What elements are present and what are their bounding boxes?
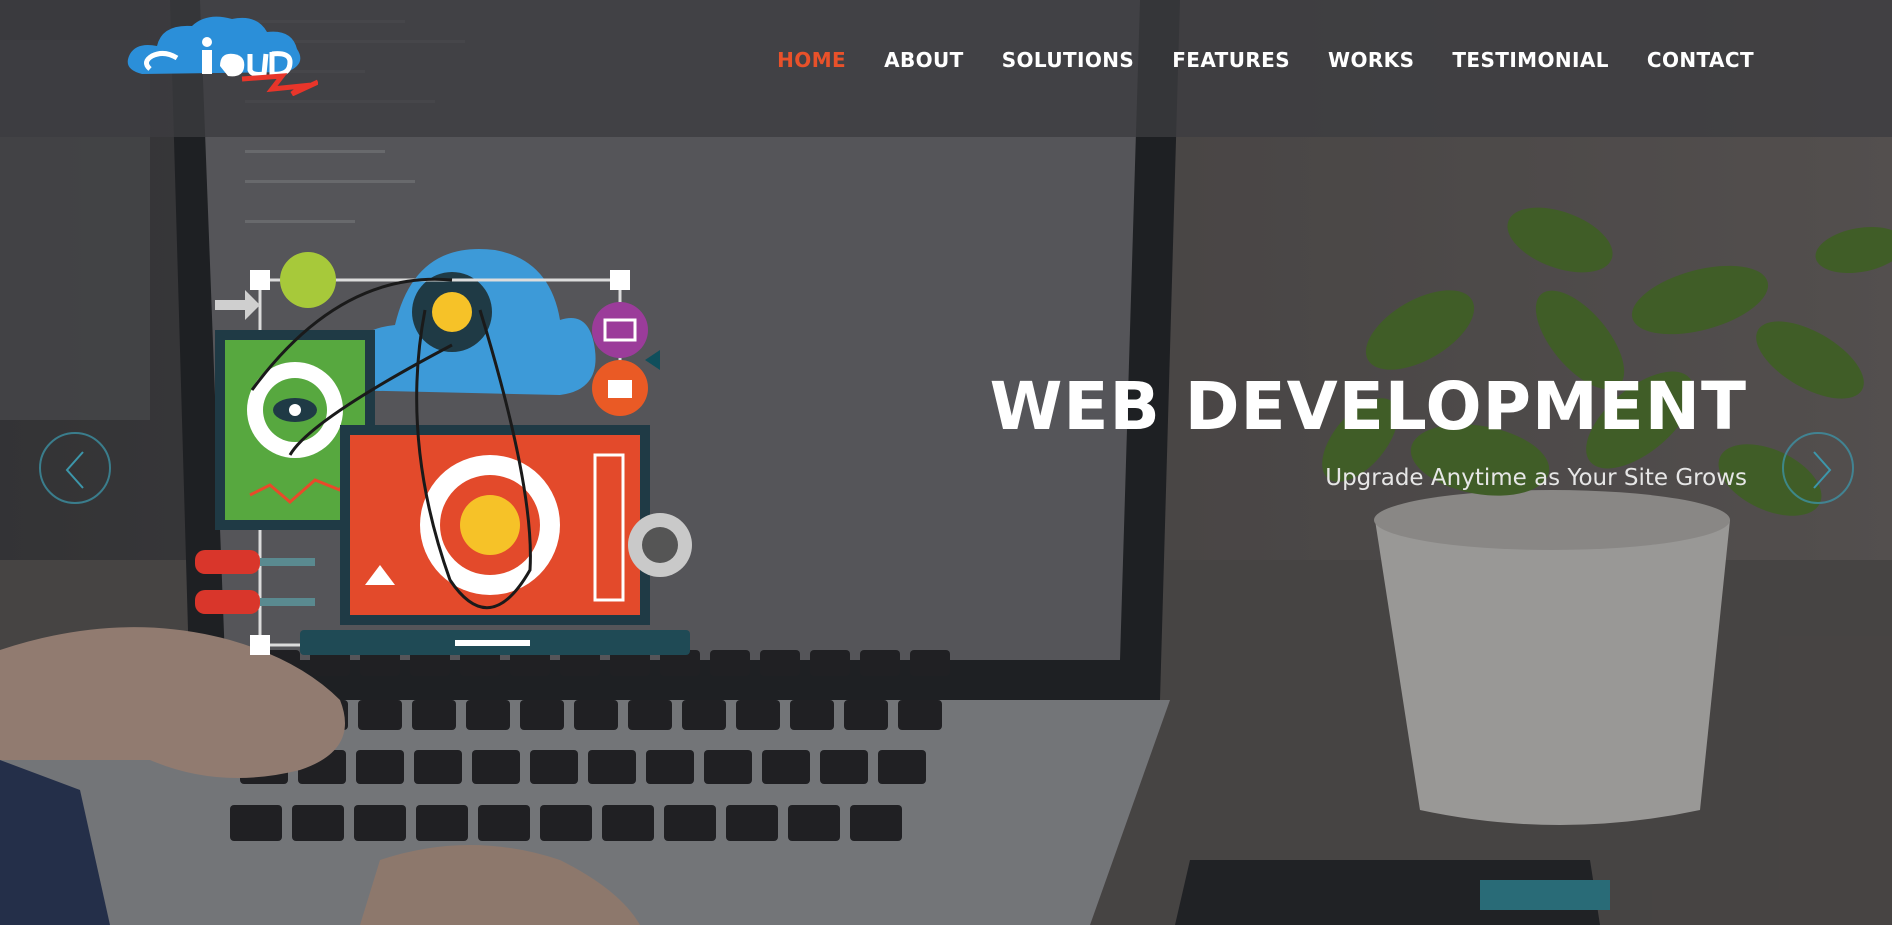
chevron-left-icon — [65, 451, 84, 489]
hero-slider: HOME ABOUT SOLUTIONS FEATURES WORKS TEST… — [0, 0, 1892, 925]
navbar: HOME ABOUT SOLUTIONS FEATURES WORKS TEST… — [0, 0, 1892, 137]
carousel-prev-button[interactable] — [39, 432, 111, 504]
nav-works[interactable]: WORKS — [1328, 48, 1414, 72]
nav-contact[interactable]: CONTACT — [1647, 48, 1754, 72]
slide-subtitle: Upgrade Anytime as Your Site Grows — [1325, 465, 1747, 491]
nav-home[interactable]: HOME — [777, 48, 846, 72]
icloud-logo[interactable] — [122, 14, 318, 96]
carousel-next-button[interactable] — [1782, 432, 1854, 504]
nav-about[interactable]: ABOUT — [884, 48, 964, 72]
nav-testimonial[interactable]: TESTIMONIAL — [1452, 48, 1609, 72]
web-development-illustration — [195, 248, 692, 655]
main-nav: HOME ABOUT SOLUTIONS FEATURES WORKS TEST… — [777, 48, 1754, 72]
nav-solutions[interactable]: SOLUTIONS — [1002, 48, 1135, 72]
slide-title: WEB DEVELOPMENT — [989, 368, 1747, 445]
nav-features[interactable]: FEATURES — [1172, 48, 1290, 72]
chevron-right-icon — [1813, 451, 1832, 489]
